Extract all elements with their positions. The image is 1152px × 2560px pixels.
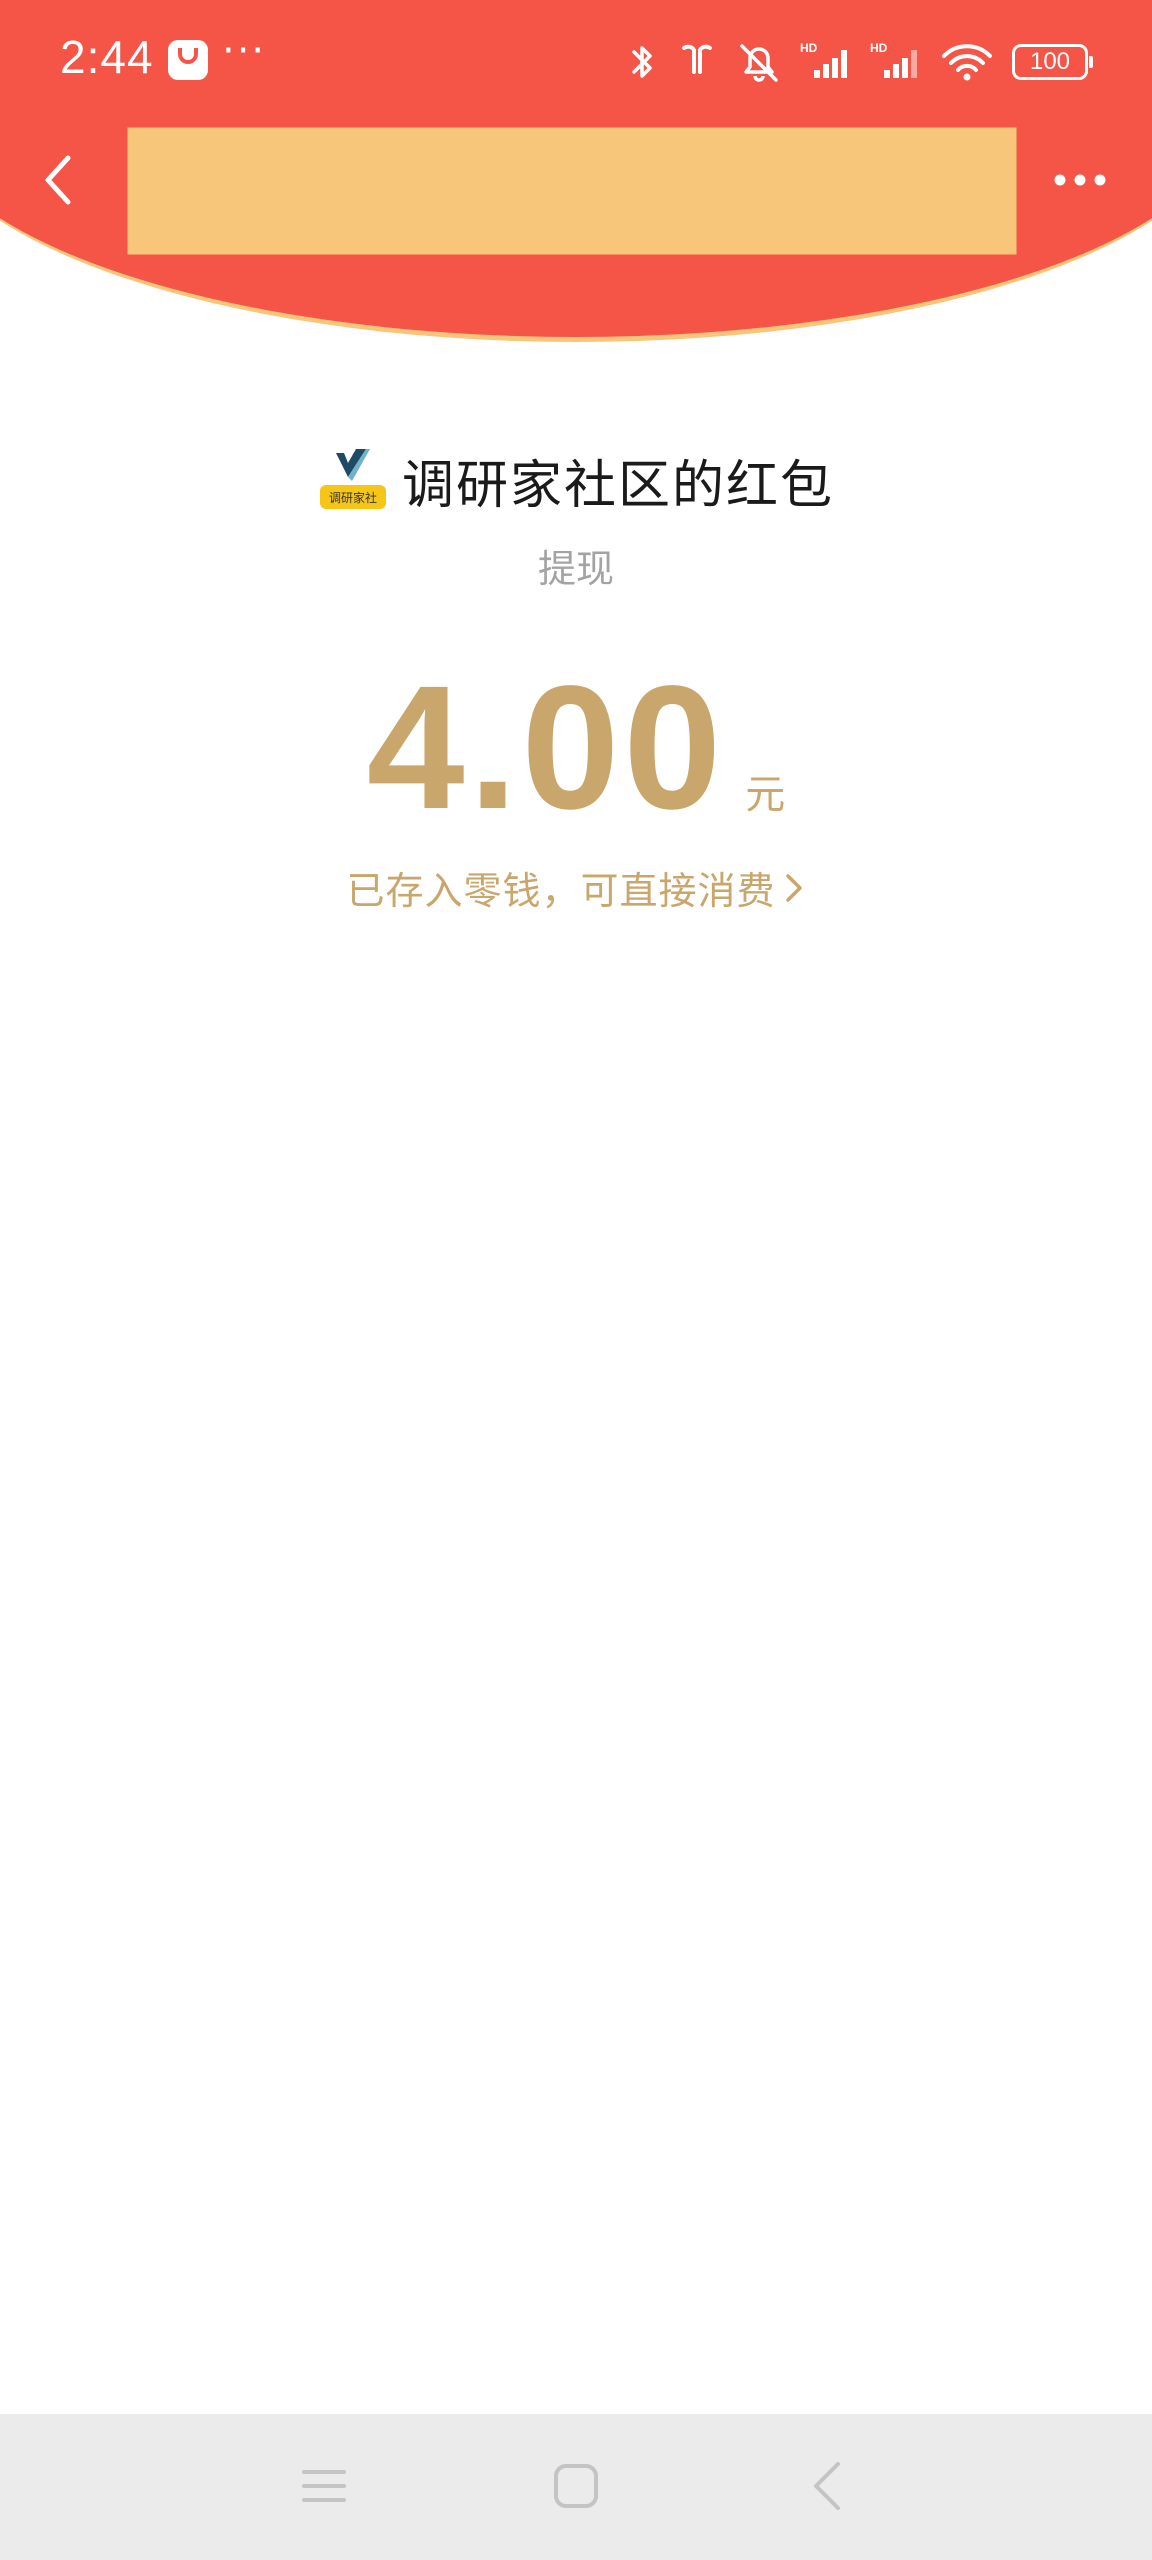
svg-text:HD: HD (870, 41, 888, 55)
amount-unit: 元 (745, 772, 786, 818)
status-bar: 2:44 ··· HD HD 100 (0, 0, 1152, 120)
svg-text:HD: HD (800, 41, 818, 55)
status-time: 2:44 (60, 31, 154, 83)
status-icons: HD HD 100 (628, 34, 1093, 90)
chevron-right-icon (785, 873, 802, 902)
status-more-notifications: ··· (222, 28, 267, 74)
notification-app-icon (168, 40, 208, 80)
sender-logo-text: 调研家社 (329, 490, 377, 505)
back-button[interactable] (30, 148, 90, 212)
red-packet-detail-page: 2:44 ··· HD HD 100 调研家社 调研家社区的红包 提现 4.00… (0, 0, 1152, 2560)
battery-icon: 100 (1012, 44, 1093, 80)
earbuds-icon (682, 44, 712, 74)
amount-row: 4.00 元 (0, 660, 1152, 840)
signal-hd-icon: HD (870, 41, 917, 78)
deposit-to-change-link[interactable]: 已存入零钱，可直接消费 (0, 860, 1152, 915)
amount-value: 4.00 (366, 650, 726, 846)
wifi-icon (942, 44, 992, 81)
sender-row: 调研家社 调研家社区的红包 (0, 440, 1152, 520)
deposit-text: 已存入零钱，可直接消费 (346, 869, 776, 913)
signal-hd-icon: HD (800, 41, 847, 78)
system-navigation-bar (0, 2414, 1152, 2560)
red-packet-subtitle: 提现 (537, 547, 614, 591)
bell-muted-icon (740, 44, 778, 82)
sender-name: 调研家社区的红包 (401, 455, 834, 516)
menu-icon[interactable] (294, 2456, 354, 2516)
bluetooth-icon (632, 46, 652, 78)
more-options-button[interactable] (1050, 160, 1110, 200)
sender-logo: 调研家社 (319, 449, 386, 509)
home-icon[interactable] (546, 2456, 606, 2516)
back-icon[interactable] (798, 2456, 858, 2516)
